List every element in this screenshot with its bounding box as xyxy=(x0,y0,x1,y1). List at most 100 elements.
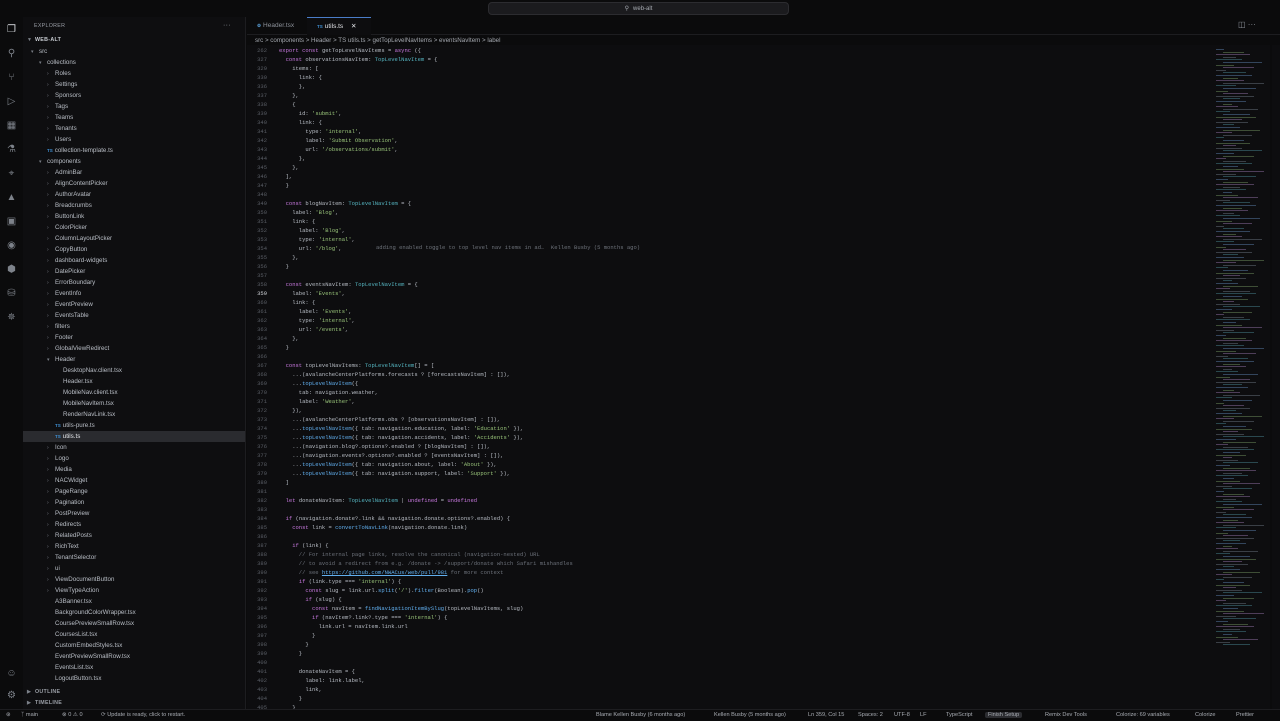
branch-indicator[interactable]: ᛉ main xyxy=(21,710,38,721)
file-item[interactable]: Header.tsx xyxy=(23,376,245,387)
file-item[interactable]: MobileNavItem.tsx xyxy=(23,398,245,409)
file-item[interactable]: LogoutButton.tsx xyxy=(23,673,245,684)
folder-item[interactable]: › EventInfo xyxy=(23,288,245,299)
code-line[interactable]: }, xyxy=(279,154,306,163)
scrollbar[interactable] xyxy=(1272,45,1280,709)
code-line[interactable]: if (link.type === 'internal') { xyxy=(279,577,401,586)
file-item[interactable]: CoursePreviewSmallRow.tsx xyxy=(23,618,245,629)
folder-item[interactable]: › PageRange xyxy=(23,486,245,497)
code-line[interactable]: }, xyxy=(279,91,299,100)
code-line[interactable]: }, xyxy=(279,334,299,343)
code-line[interactable]: id: 'submit', xyxy=(279,109,342,118)
workspace-root[interactable]: ▼ WEB-ALT xyxy=(27,37,61,43)
folder-item[interactable]: › ErrorBoundary xyxy=(23,277,245,288)
code-line[interactable]: }), xyxy=(279,406,302,415)
code-line[interactable]: const slug = link.url.split('/').filter(… xyxy=(279,586,483,595)
folder-item[interactable]: › Footer xyxy=(23,332,245,343)
cursor-position[interactable]: Ln 359, Col 15 xyxy=(808,710,844,721)
code-line[interactable]: type: 'internal', xyxy=(279,316,355,325)
folder-item[interactable]: › AlignContentPicker xyxy=(23,178,245,189)
code-line[interactable]: // see https://github.com/NWACus/web/pul… xyxy=(279,568,504,577)
code-line[interactable]: if (link) { xyxy=(279,541,328,550)
file-item[interactable]: EventsList.tsx xyxy=(23,662,245,673)
deploy-icon[interactable]: ▲ xyxy=(5,191,18,204)
code-line[interactable]: label: 'Events', xyxy=(279,289,345,298)
code-line[interactable]: label: 'Blog', xyxy=(279,208,338,217)
folder-item[interactable]: › RichText xyxy=(23,541,245,552)
code-line[interactable]: type: 'internal', xyxy=(279,127,361,136)
code-line[interactable]: url: '/events', xyxy=(279,325,349,334)
file-item[interactable]: TS utils.ts xyxy=(23,431,245,442)
folder-item[interactable]: › AuthorAvatar xyxy=(23,189,245,200)
folder-item[interactable]: ▾ src xyxy=(23,46,245,57)
code-line[interactable]: donateNavItem = { xyxy=(279,667,355,676)
folder-item[interactable]: › TenantSelector xyxy=(23,552,245,563)
git-blame-author[interactable]: Kellen Busby (5 months ago) xyxy=(714,710,786,721)
code-line[interactable]: items: [ xyxy=(279,64,318,73)
code-line[interactable]: ...(navigation.blog?.options?.enabled ? … xyxy=(279,442,490,451)
code-line[interactable]: type: 'internal', xyxy=(279,235,355,244)
code-line[interactable]: const observationsNavItem: TopLevelNavIt… xyxy=(279,55,438,64)
code-editor[interactable]: 262 export const getTopLevelNavItems = as… xyxy=(247,45,1212,709)
testing-icon[interactable]: ⚗ xyxy=(5,143,18,156)
extensions-icon[interactable]: ▦ xyxy=(5,119,18,132)
code-line[interactable]: ...topLevelNavItem({ tab: navigation.abo… xyxy=(279,460,497,469)
folder-item[interactable]: › Settings xyxy=(23,79,245,90)
code-line[interactable]: } xyxy=(279,694,302,703)
code-line[interactable]: url: '/blog', xyxy=(279,244,342,253)
code-line[interactable]: ...(navigation.events?.options?.enabled … xyxy=(279,451,503,460)
folder-item[interactable]: › NACWidget xyxy=(23,475,245,486)
folder-item[interactable]: › PostPreview xyxy=(23,508,245,519)
code-line[interactable]: } xyxy=(279,640,308,649)
code-line[interactable]: if (navItem?.link?.type === 'internal') … xyxy=(279,613,447,622)
code-line[interactable]: } xyxy=(279,262,289,271)
folder-item[interactable]: › filters xyxy=(23,321,245,332)
folder-item[interactable]: › GlobalViewRedirect xyxy=(23,343,245,354)
code-line[interactable]: } xyxy=(279,181,289,190)
run-debug-icon[interactable]: ▷ xyxy=(5,95,18,108)
file-item[interactable]: RenderNavLink.tsx xyxy=(23,409,245,420)
folder-item[interactable]: › EventsTable xyxy=(23,310,245,321)
code-line[interactable]: tab: navigation.weather, xyxy=(279,388,378,397)
encoding[interactable]: UTF-8 xyxy=(894,710,910,721)
folder-item[interactable]: › Media xyxy=(23,464,245,475)
prettier-status[interactable]: Prettier xyxy=(1236,710,1254,721)
code-line[interactable]: let donateNavItem: TopLevelNavItem | und… xyxy=(279,496,477,505)
folder-item[interactable]: › ViewDocumentButton xyxy=(23,574,245,585)
code-line[interactable]: ] xyxy=(279,478,289,487)
remix-dev-tools[interactable]: Remix Dev Tools xyxy=(1045,710,1087,721)
code-line[interactable]: link: { xyxy=(279,73,322,82)
folder-item[interactable]: › Tags xyxy=(23,101,245,112)
settings-icon[interactable]: ⚙ xyxy=(5,689,18,702)
code-line[interactable]: } xyxy=(279,343,289,352)
code-line[interactable]: ], xyxy=(279,172,293,181)
minimap[interactable] xyxy=(1212,45,1270,709)
code-line[interactable]: const navItem = findNavigationItemBySlug… xyxy=(279,604,523,613)
folder-item[interactable]: ▾ collections xyxy=(23,57,245,68)
problems-indicator[interactable]: ⊗ 0 ⚠ 0 xyxy=(62,710,83,721)
folder-item[interactable]: ▾ Header xyxy=(23,354,245,365)
code-line[interactable]: } xyxy=(279,649,302,658)
code-line[interactable]: if (navigation.donate?.link && navigatio… xyxy=(279,514,510,523)
code-line[interactable]: }, xyxy=(279,253,299,262)
folder-item[interactable]: › Sponsors xyxy=(23,90,245,101)
folder-item[interactable]: › Roles xyxy=(23,68,245,79)
folder-item[interactable]: › RelatedPosts xyxy=(23,530,245,541)
file-item[interactable]: DesktopNav.client.tsx xyxy=(23,365,245,376)
folder-item[interactable]: › ui xyxy=(23,563,245,574)
tab-header-tsx[interactable]: ⚙ Header.tsx xyxy=(247,17,307,35)
remote-icon[interactable]: ⌖ xyxy=(5,167,18,180)
code-line[interactable]: ...topLevelNavItem({ xyxy=(279,379,358,388)
code-line[interactable]: label: link.label, xyxy=(279,676,364,685)
update-notice[interactable]: ⟳ Update is ready, click to restart. xyxy=(101,710,185,721)
python-icon[interactable]: ⬢ xyxy=(5,263,18,276)
file-item[interactable]: TS utils-pure.ts xyxy=(23,420,245,431)
code-line[interactable]: link.url = navItem.link.url xyxy=(279,622,408,631)
folder-item[interactable]: › Logo xyxy=(23,453,245,464)
code-line[interactable]: link: { xyxy=(279,217,315,226)
folder-item[interactable]: › ButtonLink xyxy=(23,211,245,222)
close-icon[interactable]: ✕ xyxy=(349,23,356,30)
folder-item[interactable]: › ColumnLayoutPicker xyxy=(23,233,245,244)
code-line[interactable]: export const getTopLevelNavItems = async… xyxy=(279,46,421,55)
file-item[interactable]: CoursesList.tsx xyxy=(23,629,245,640)
